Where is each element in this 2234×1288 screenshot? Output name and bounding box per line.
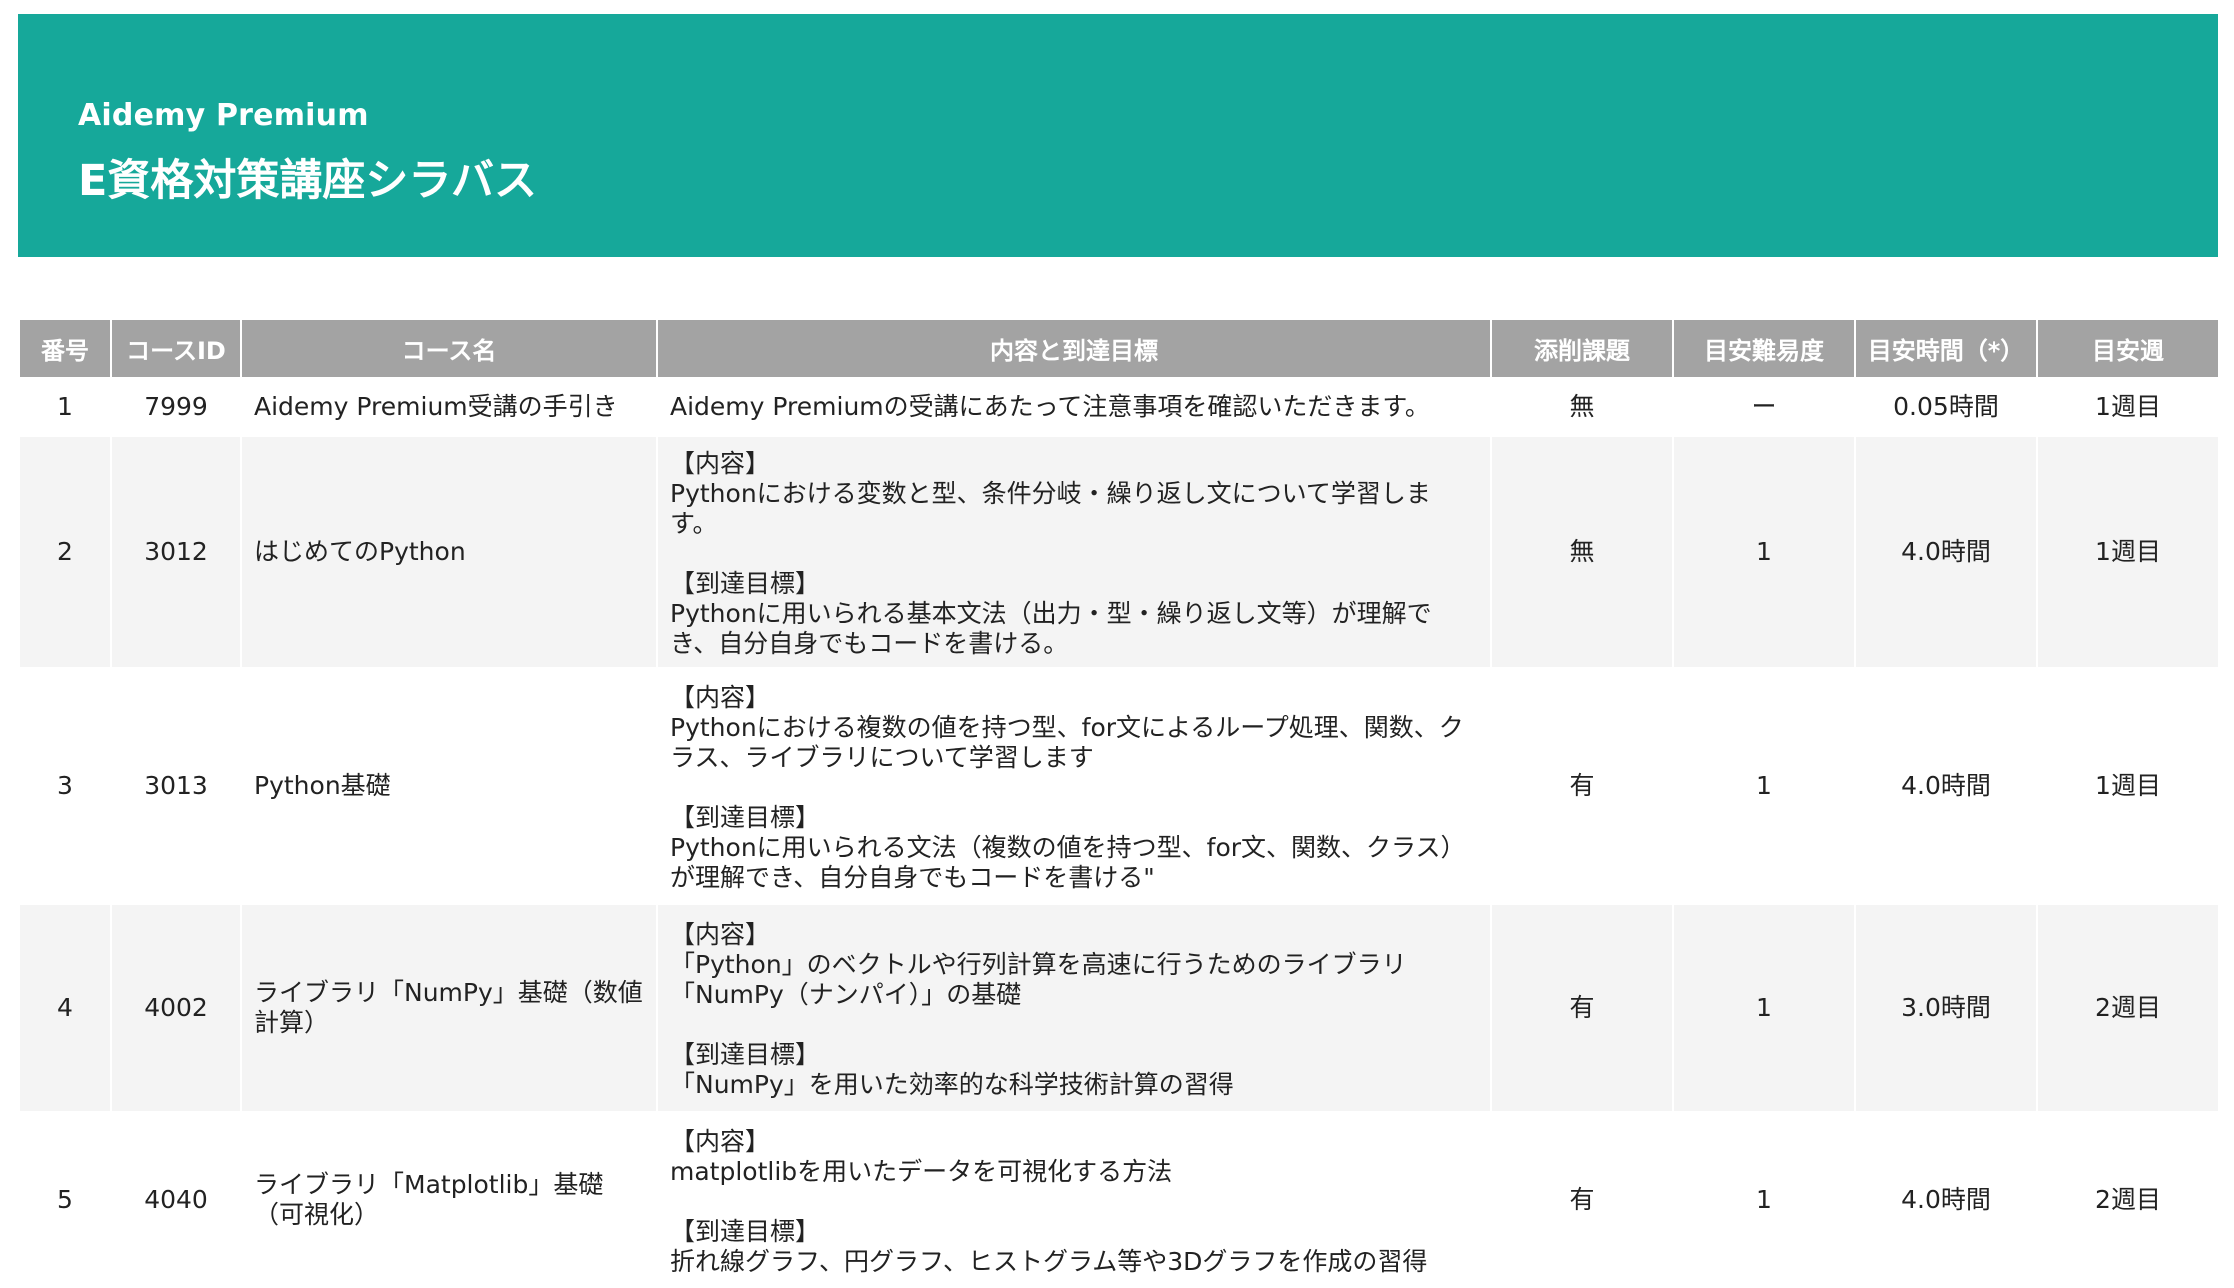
cell-assignment: 有 — [1490, 1111, 1674, 1288]
cell-difficulty: 1 — [1672, 1111, 1856, 1288]
cell-assignment: 有 — [1490, 667, 1674, 905]
column-header-assignment: 添削課題 — [1490, 318, 1674, 379]
cell-hours: 0.05時間 — [1854, 377, 2038, 437]
cell-course-id: 4002 — [110, 903, 242, 1113]
cell-course-id: 7999 — [110, 377, 242, 437]
cell-description: 【内容】 Pythonにおける複数の値を持つ型、for文によるループ処理、関数、… — [656, 667, 1492, 905]
cell-assignment: 無 — [1490, 435, 1674, 669]
cell-hours: 4.0時間 — [1854, 1111, 2038, 1288]
column-header-content-goal: 内容と到達目標 — [656, 318, 1492, 379]
table-row: 3 3013 Python基礎 【内容】 Pythonにおける複数の値を持つ型、… — [18, 667, 2220, 905]
cell-course-name: はじめてのPython — [240, 435, 658, 669]
cell-course-name: ライブラリ「Matplotlib」基礎（可視化） — [240, 1111, 658, 1288]
cell-difficulty: 1 — [1672, 435, 1856, 669]
table-row: 2 3012 はじめてのPython 【内容】 Pythonにおける変数と型、条… — [18, 435, 2220, 669]
cell-course-name: Python基礎 — [240, 667, 658, 905]
syllabus-table: 番号 コースID コース名 内容と到達目標 添削課題 目安難易度 目安時間（*）… — [18, 318, 2220, 1288]
cell-description: Aidemy Premiumの受講にあたって注意事項を確認いただきます。 — [656, 377, 1492, 437]
cell-course-id: 3013 — [110, 667, 242, 905]
cell-hours: 4.0時間 — [1854, 435, 2038, 669]
cell-description: 【内容】 matplotlibを用いたデータを可視化する方法 【到達目標】 折れ… — [656, 1111, 1492, 1288]
cell-number: 1 — [18, 377, 112, 437]
cell-number: 5 — [18, 1111, 112, 1288]
column-header-week: 目安週 — [2036, 318, 2220, 379]
table-row: 4 4002 ライブラリ「NumPy」基礎（数値計算） 【内容】 「Python… — [18, 903, 2220, 1113]
table-header-row: 番号 コースID コース名 内容と到達目標 添削課題 目安難易度 目安時間（*）… — [18, 318, 2220, 379]
cell-course-name: ライブラリ「NumPy」基礎（数値計算） — [240, 903, 658, 1113]
cell-difficulty: ー — [1672, 377, 1856, 437]
column-header-course-id: コースID — [110, 318, 242, 379]
cell-week: 1週目 — [2036, 377, 2220, 437]
table-row: 5 4040 ライブラリ「Matplotlib」基礎（可視化） 【内容】 mat… — [18, 1111, 2220, 1288]
cell-difficulty: 1 — [1672, 903, 1856, 1113]
cell-week: 2週目 — [2036, 1111, 2220, 1288]
table-row: 1 7999 Aidemy Premium受講の手引き Aidemy Premi… — [18, 377, 2220, 437]
cell-number: 4 — [18, 903, 112, 1113]
cell-course-id: 4040 — [110, 1111, 242, 1288]
cell-course-name: Aidemy Premium受講の手引き — [240, 377, 658, 437]
cell-week: 1週目 — [2036, 667, 2220, 905]
cell-description: 【内容】 Pythonにおける変数と型、条件分岐・繰り返し文について学習します。… — [656, 435, 1492, 669]
cell-number: 2 — [18, 435, 112, 669]
cell-hours: 4.0時間 — [1854, 667, 2038, 905]
column-header-hours: 目安時間（*） — [1854, 318, 2038, 379]
cell-course-id: 3012 — [110, 435, 242, 669]
column-header-difficulty: 目安難易度 — [1672, 318, 1856, 379]
column-header-course-name: コース名 — [240, 318, 658, 379]
cell-week: 1週目 — [2036, 435, 2220, 669]
page-title: E資格対策講座シラバス — [78, 156, 537, 206]
cell-week: 2週目 — [2036, 903, 2220, 1113]
cell-description: 【内容】 「Python」のベクトルや行列計算を高速に行うためのライブラリ「Nu… — [656, 903, 1492, 1113]
cell-assignment: 有 — [1490, 903, 1674, 1113]
cell-number: 3 — [18, 667, 112, 905]
brand-name: Aidemy Premium — [78, 98, 369, 133]
cell-assignment: 無 — [1490, 377, 1674, 437]
cell-difficulty: 1 — [1672, 667, 1856, 905]
header-banner: Aidemy Premium E資格対策講座シラバス — [18, 14, 2218, 257]
column-header-number: 番号 — [18, 318, 112, 379]
cell-hours: 3.0時間 — [1854, 903, 2038, 1113]
